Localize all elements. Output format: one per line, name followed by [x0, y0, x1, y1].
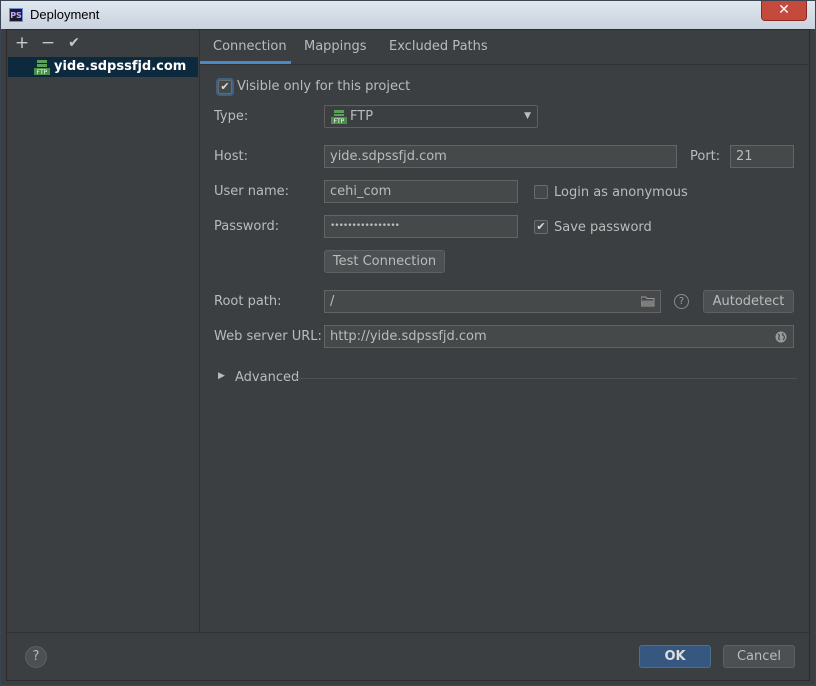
type-label: Type: — [214, 109, 249, 124]
help-button[interactable]: ? — [25, 646, 47, 668]
window-title: Deployment — [30, 7, 100, 22]
deployment-window: PS Deployment ✕ + − ✔ FTP yide.sdpssfjd.… — [0, 0, 816, 686]
visible-only-label: Visible only for this project — [237, 79, 411, 94]
server-list-item[interactable]: FTP yide.sdpssfjd.com — [8, 57, 198, 77]
username-input-value: cehi_com — [330, 184, 392, 199]
test-connection-button[interactable]: Test Connection — [324, 250, 445, 273]
save-password-checkbox[interactable]: ✔ — [534, 220, 548, 234]
ftp-type-icon: FTP — [331, 110, 347, 124]
ftp-server-icon: FTP — [34, 60, 50, 75]
svg-text:FTP: FTP — [334, 118, 345, 124]
root-path-label: Root path: — [214, 294, 282, 309]
expand-arrow-icon[interactable]: ▶ — [218, 371, 225, 381]
server-list-item-label: yide.sdpssfjd.com — [54, 59, 187, 74]
help-icon[interactable]: ? — [674, 294, 689, 309]
autodetect-button[interactable]: Autodetect — [703, 290, 794, 313]
port-input-value: 21 — [736, 149, 753, 164]
tab-bar: Connection Mappings Excluded Paths — [200, 30, 809, 65]
host-input-value: yide.sdpssfjd.com — [330, 149, 447, 164]
server-toolbar: + − ✔ — [7, 30, 199, 56]
save-password-label: Save password — [554, 220, 652, 235]
password-input[interactable]: •••••••••••••••• — [324, 215, 518, 238]
ok-button[interactable]: OK — [639, 645, 711, 668]
add-server-button[interactable]: + — [12, 33, 32, 53]
advanced-section-toggle[interactable]: Advanced — [235, 370, 299, 385]
tab-connection[interactable]: Connection — [213, 39, 287, 54]
web-url-input-value: http://yide.sdpssfjd.com — [330, 329, 487, 344]
host-label: Host: — [214, 149, 248, 164]
port-input[interactable]: 21 — [730, 145, 794, 168]
cancel-button[interactable]: Cancel — [723, 645, 795, 668]
root-path-input[interactable]: / — [324, 290, 661, 313]
root-path-input-value: / — [330, 294, 335, 309]
type-select-value: FTP — [350, 109, 374, 124]
port-label: Port: — [690, 149, 721, 164]
globe-icon[interactable] — [775, 331, 787, 343]
chevron-down-icon: ▼ — [524, 111, 531, 121]
password-label: Password: — [214, 219, 280, 234]
tab-excluded-paths[interactable]: Excluded Paths — [389, 39, 488, 54]
app-icon: PS — [9, 8, 23, 22]
password-input-value: •••••••••••••••• — [330, 221, 400, 231]
host-input[interactable]: yide.sdpssfjd.com — [324, 145, 677, 168]
remove-server-button[interactable]: − — [38, 33, 58, 53]
visible-only-checkbox[interactable]: ✔ — [218, 80, 232, 94]
type-select[interactable]: FTP FTP ▼ — [324, 105, 538, 128]
close-button[interactable]: ✕ — [761, 1, 807, 21]
dialog-body: + − ✔ FTP yide.sdpssfjd.com Connection M… — [6, 29, 810, 681]
web-url-label: Web server URL: — [214, 329, 322, 344]
username-label: User name: — [214, 184, 290, 199]
anonymous-label: Login as anonymous — [554, 185, 688, 200]
svg-text:FTP: FTP — [37, 69, 48, 75]
set-default-button[interactable]: ✔ — [64, 33, 84, 53]
anonymous-checkbox[interactable] — [534, 185, 548, 199]
title-bar: PS Deployment ✕ — [1, 1, 815, 29]
active-tab-indicator — [200, 61, 291, 64]
folder-icon[interactable] — [641, 296, 655, 307]
advanced-divider — [297, 378, 797, 379]
web-url-input[interactable]: http://yide.sdpssfjd.com — [324, 325, 794, 348]
server-list-pane: + − ✔ FTP yide.sdpssfjd.com — [7, 30, 200, 632]
username-input[interactable]: cehi_com — [324, 180, 518, 203]
footer-divider — [7, 632, 809, 633]
tab-mappings[interactable]: Mappings — [304, 39, 367, 54]
